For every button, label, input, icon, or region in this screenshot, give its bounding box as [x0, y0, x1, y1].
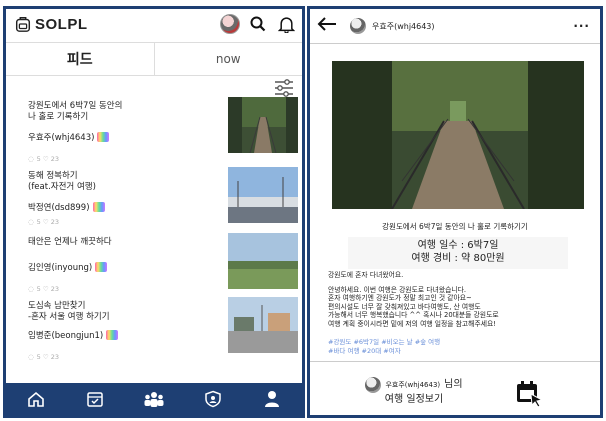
itinerary-author-avatar [365, 377, 382, 393]
feed-item[interactable]: 동해 정복하기 (feat.자전거 여행) 박정연(dsd899) ◌ 5 ♡ 23 [28, 167, 298, 235]
shield-icon[interactable] [202, 388, 224, 410]
rainbow-badge-icon [92, 202, 105, 212]
feed-item-title: 동해 정복하기 (feat.자전거 여행) [28, 171, 96, 192]
calendar-check-icon[interactable] [84, 388, 106, 410]
hashtag-line[interactable]: #강원도 #6박7일 #비오는 날 #숲 여행 [328, 338, 588, 347]
filter-icon[interactable] [274, 79, 294, 97]
back-arrow-icon[interactable] [316, 15, 338, 33]
post-body: 강원도에 혼자 다녀왔어요. 안녕하세요. 이번 여행은 강원도로 다녀왔습니다… [328, 271, 594, 328]
tab-now[interactable]: now [155, 43, 303, 75]
comment-icon: ◌ [28, 155, 34, 163]
comment-icon: ◌ [28, 353, 34, 361]
feed-item-title: 태안은 언제나 깨끗하다 [28, 237, 112, 247]
feed-item-title: 강원도에서 6박7일 동안의 나 홀로 기록하기 [28, 101, 123, 122]
post-title: 강원도에서 6박7일 동안의 나 홀로 기록하기기 [382, 222, 528, 231]
group-icon[interactable] [143, 388, 165, 410]
feed-item-stats: ◌ 5 ♡ 23 [28, 155, 60, 163]
feed-item-author[interactable]: 박정연(dsd899) [28, 201, 105, 213]
city-street-thumbnail [228, 297, 298, 353]
app-logo[interactable]: SOLPL [14, 15, 88, 33]
post-body-line: 가능해서 너무 행복했습니다 ^^ 혹시나 20대분들 강원도로 [328, 311, 499, 319]
post-author[interactable]: 우효주(whj4643) [350, 18, 435, 34]
feed-item-author[interactable]: 김인영(inyoung) [28, 261, 108, 273]
calendar-cursor-icon[interactable] [514, 379, 544, 409]
view-itinerary-text[interactable]: 우효주(whj4643) 님의 여행 일정보기 [328, 377, 500, 407]
post-body-line: 여행 계획 중이시라면 밑에 저의 여행 일정을 참고해주세요! [328, 319, 496, 328]
feed-item[interactable]: 강원도에서 6박7일 동안의 나 홀로 기록하기 우효주(whj4643) ◌ 5 … [28, 97, 298, 165]
feed-header: SOLPL [6, 9, 302, 41]
rainbow-badge-icon [95, 262, 108, 272]
feed-tabs: 피드 now [6, 42, 302, 76]
profile-avatar[interactable] [220, 14, 240, 34]
sky-road-thumbnail [228, 167, 298, 223]
feed-item-stats: ◌ 5 ♡ 23 [28, 218, 60, 226]
post-body-line: 안녕하세요. 이번 여행은 강원도로 다녀왔습니다. [328, 285, 467, 294]
feed-screen: SOLPL 피드 now 강원도에서 6박7일 동안의 나 홀로 기록하기 우효주… [3, 6, 305, 418]
feed-item[interactable]: 태안은 언제나 깨끗하다 김인영(inyoung) ◌ 5 ♡ 23 [28, 233, 298, 301]
post-detail-screen: 우효주(whj4643) ··· 강원도에서 6박7일 동안의 나 홀로 기록하… [307, 6, 603, 418]
trip-cost: 여행 경비 : 약 80만원 [411, 253, 505, 264]
backpack-icon [15, 16, 31, 32]
trip-summary-box: 여행 일수 : 6박7일 여행 경비 : 약 80만원 [348, 237, 568, 269]
trip-days: 여행 일수 : 6박7일 [417, 240, 499, 251]
bridge-forest-thumbnail [228, 97, 298, 153]
feed-item-stats: ◌ 5 ♡ 23 [28, 353, 60, 361]
app-name: SOLPL [35, 15, 88, 33]
post-hashtags: #강원도 #6박7일 #비오는 날 #숲 여행 #바다 여행 #20대 #여자 [328, 338, 588, 356]
home-icon[interactable] [25, 388, 47, 410]
rainbow-badge-icon [106, 330, 119, 340]
feed-item-author[interactable]: 임병준(beongjun1) [28, 329, 119, 341]
person-icon[interactable] [261, 388, 283, 410]
post-intro: 강원도에 혼자 다녀왔어요. [328, 271, 404, 279]
author-avatar [350, 18, 366, 34]
search-icon[interactable] [248, 14, 268, 34]
comment-icon: ◌ [28, 218, 34, 226]
post-header: 우효주(whj4643) ··· [310, 9, 600, 44]
rainbow-badge-icon [97, 132, 110, 142]
divider [310, 361, 600, 362]
view-itinerary-bar[interactable]: 우효주(whj4643) 님의 여행 일정보기 [328, 375, 588, 413]
feed-item-stats: ◌ 5 ♡ 23 [28, 285, 60, 293]
bell-icon[interactable] [276, 14, 296, 34]
tab-feed[interactable]: 피드 [6, 43, 155, 75]
more-options-icon[interactable]: ··· [573, 19, 590, 33]
bottom-navigation [6, 383, 302, 415]
hashtag-line[interactable]: #바다 여행 #20대 #여자 [328, 347, 588, 356]
comment-icon: ◌ [28, 285, 34, 293]
feed-item-title: 도심속 남만찾기 -혼자 서울 여행 하기기 [28, 301, 110, 322]
post-body-line: 편의시설도 너무 잘 갖춰져있고 바다여행도, 산 여행도 [328, 302, 481, 311]
feed-item[interactable]: 도심속 남만찾기 -혼자 서울 여행 하기기 임병준(beongjun1) ◌ 5 … [28, 297, 298, 365]
field-sky-thumbnail [228, 233, 298, 289]
post-body-line: 혼자 여행하기엔 강원도가 정말 최고인 것 같아요~ [328, 294, 472, 302]
feed-item-author[interactable]: 우효주(whj4643) [28, 131, 110, 143]
post-photo-bridge-forest [332, 61, 584, 209]
